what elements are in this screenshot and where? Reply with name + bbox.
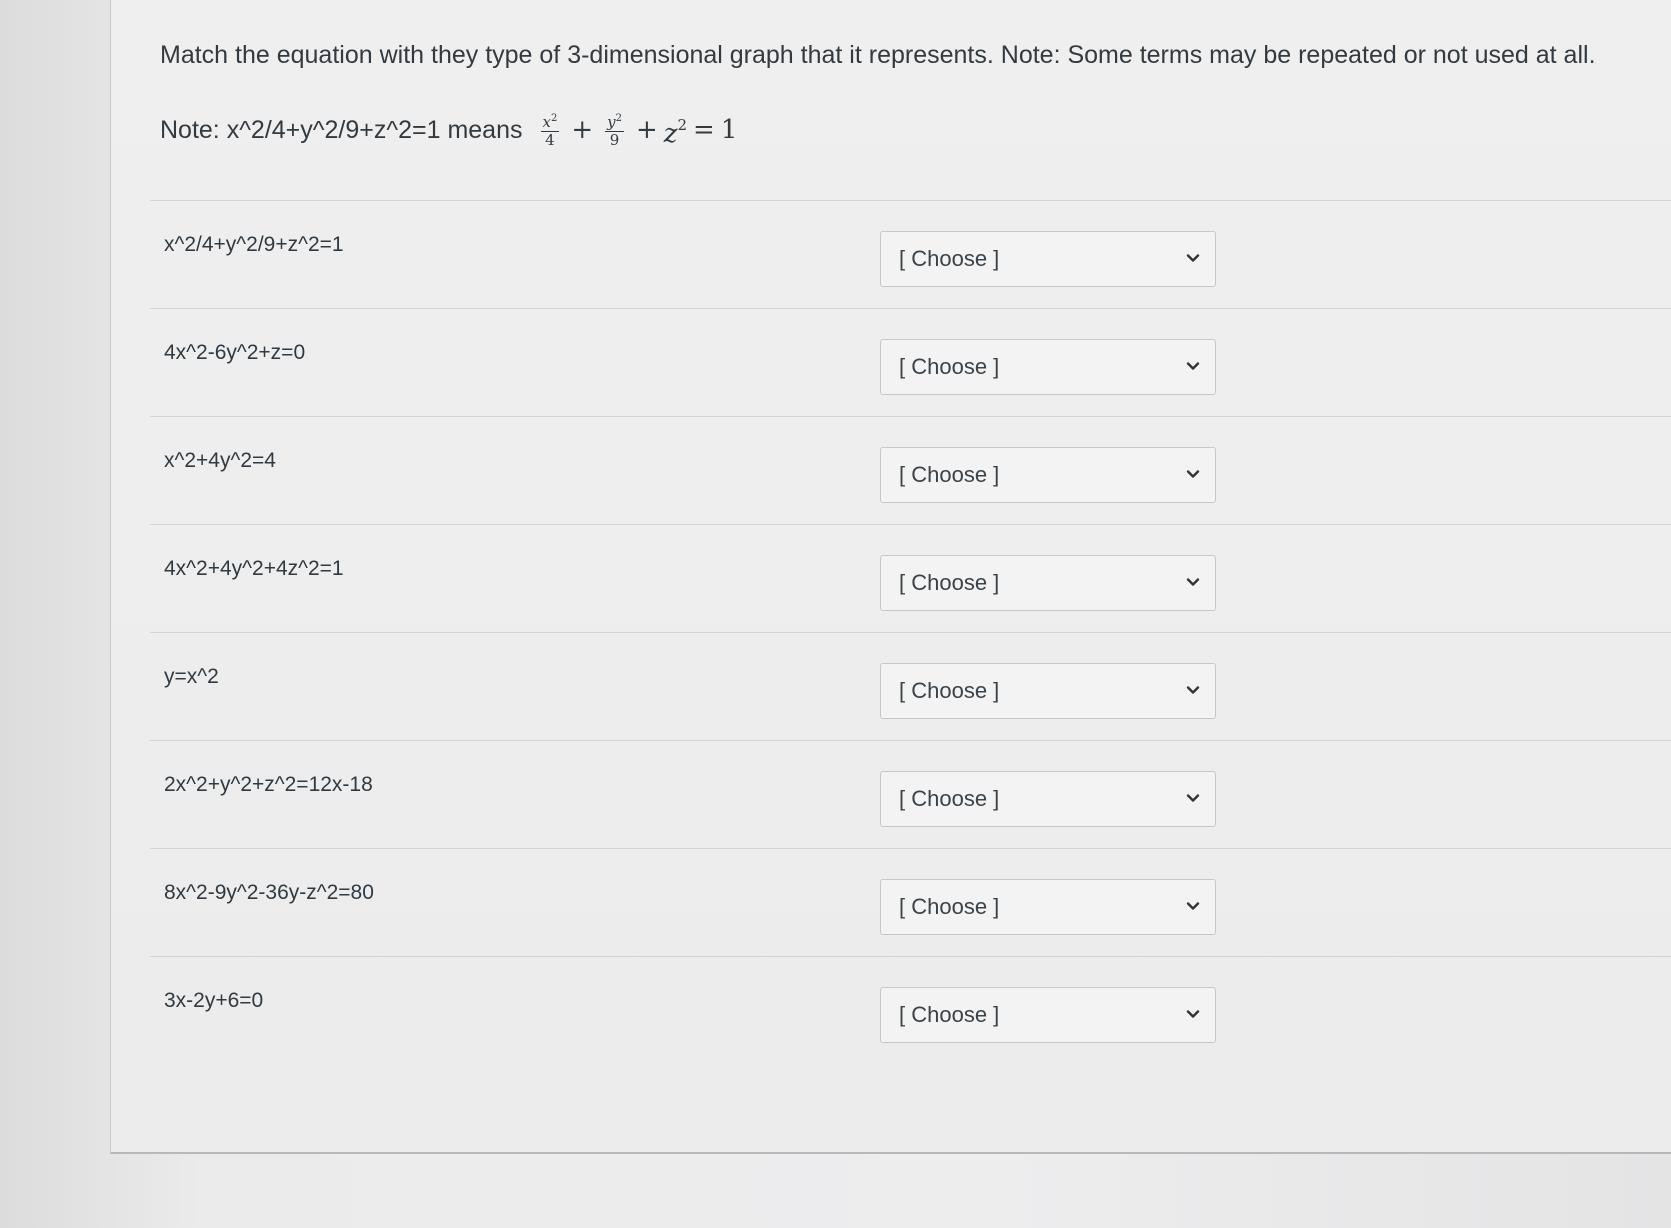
chevron-down-icon	[1186, 1010, 1200, 1018]
graph-type-select[interactable]: [ Choose ]	[880, 339, 1216, 395]
graph-type-select[interactable]: [ Choose ]	[880, 987, 1216, 1043]
equation-label: y=x^2	[164, 665, 219, 688]
answer-row: 3x-2y+6=0 [ Choose ]	[150, 956, 1671, 1065]
equation-label: x^2/4+y^2/9+z^2=1	[164, 233, 344, 256]
equation-label: 8x^2-9y^2-36y-z^2=80	[164, 881, 374, 904]
answer-row: 4x^2-6y^2+z=0 [ Choose ]	[150, 308, 1671, 417]
answer-rows: x^2/4+y^2/9+z^2=1 [ Choose ] 4x^2-6y^2+z…	[0, 0, 1671, 1228]
select-value: [ Choose ]	[899, 354, 1000, 379]
equation-label: 4x^2-6y^2+z=0	[164, 341, 306, 364]
graph-type-select[interactable]: [ Choose ]	[880, 555, 1216, 611]
select-value: [ Choose ]	[899, 462, 1000, 487]
chevron-down-icon	[1186, 794, 1200, 802]
equation-label: 2x^2+y^2+z^2=12x-18	[164, 773, 373, 796]
answer-row: x^2/4+y^2/9+z^2=1 [ Choose ]	[150, 200, 1671, 309]
answer-row: 8x^2-9y^2-36y-z^2=80 [ Choose ]	[150, 848, 1671, 957]
select-value: [ Choose ]	[899, 786, 1000, 811]
equation-label: 4x^2+4y^2+4z^2=1	[164, 557, 344, 580]
chevron-down-icon	[1186, 362, 1200, 370]
select-value: [ Choose ]	[899, 246, 1000, 271]
select-value: [ Choose ]	[899, 1002, 1000, 1027]
graph-type-select[interactable]: [ Choose ]	[880, 663, 1216, 719]
chevron-down-icon	[1186, 578, 1200, 586]
graph-type-select[interactable]: [ Choose ]	[880, 231, 1216, 287]
graph-type-select[interactable]: [ Choose ]	[880, 879, 1216, 935]
chevron-down-icon	[1186, 470, 1200, 478]
answer-row: 2x^2+y^2+z^2=12x-18 [ Choose ]	[150, 740, 1671, 849]
chevron-down-icon	[1186, 686, 1200, 694]
graph-type-select[interactable]: [ Choose ]	[880, 771, 1216, 827]
equation-label: 3x-2y+6=0	[164, 989, 264, 1012]
answer-row: 4x^2+4y^2+4z^2=1 [ Choose ]	[150, 524, 1671, 633]
graph-type-select[interactable]: [ Choose ]	[880, 447, 1216, 503]
select-value: [ Choose ]	[899, 570, 1000, 595]
select-value: [ Choose ]	[899, 894, 1000, 919]
chevron-down-icon	[1186, 254, 1200, 262]
answer-row: x^2+4y^2=4 [ Choose ]	[150, 416, 1671, 525]
select-value: [ Choose ]	[899, 678, 1000, 703]
answer-row: y=x^2 [ Choose ]	[150, 632, 1671, 741]
chevron-down-icon	[1186, 902, 1200, 910]
equation-label: x^2+4y^2=4	[164, 449, 276, 472]
